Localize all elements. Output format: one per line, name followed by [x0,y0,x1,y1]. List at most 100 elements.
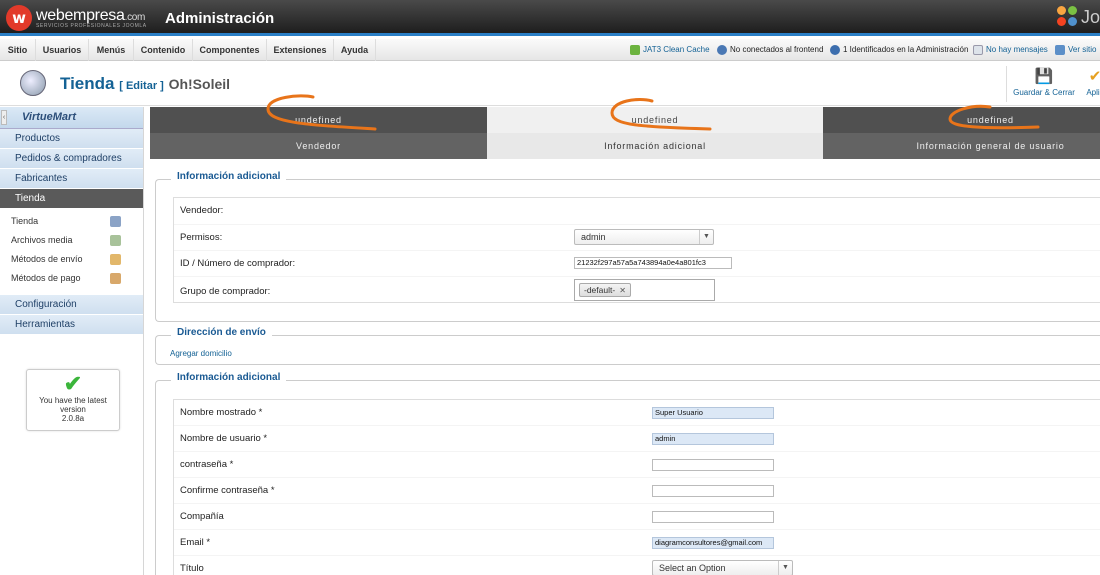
section3-title: Información adicional [171,372,287,383]
email-field[interactable]: diagramconsultores@gmail.com [652,537,774,549]
form-row-username: Nombre de usuario * admin [174,426,1100,452]
section2-title: Dirección de envío [171,327,272,338]
tab-informacion-adicional[interactable]: Información adicional [487,133,823,159]
form-row-title: Título Select an Option ▼ [174,556,1100,575]
user-form-table: Nombre mostrado * Super Usuario Nombre d… [173,399,1100,575]
customer-id-row: ID / Número de comprador: 21232f297a57a5… [174,251,1100,277]
form-row-confirm-password: Confirme contraseña * [174,478,1100,504]
status-messages-label: No hay mensajes [986,45,1048,54]
tab-undefined-2[interactable]: undefined [487,107,823,133]
permissions-select[interactable]: admin ▼ [574,229,714,245]
menu-extensiones[interactable]: Extensiones [267,39,334,61]
username-field[interactable]: admin [652,433,774,445]
sidebar: ‹ VirtueMart Productos Pedidos & comprad… [0,107,144,575]
sidebar-sub-payment[interactable]: Métodos de pago [0,269,143,288]
brand-suffix: .com [124,12,146,23]
customer-id-field[interactable]: 21232f297a57a5a743894a0e4a801fc3 [574,257,732,269]
customer-group-multiselect[interactable]: -default- ✕ [574,279,715,301]
status-messages[interactable]: No hay mensajes [973,39,1048,61]
permissions-row: Permisos: admin ▼ [174,225,1100,251]
menu-bar: Sitio Usuarios Menús Contenido Component… [0,39,1100,61]
tab-undefined-1[interactable]: undefined [150,107,487,133]
version-number: 2.0.8a [61,414,85,423]
sidebar-sub-shipment-label: Métodos de envío [11,254,83,264]
main-content: undefined undefined undefined Vendedor I… [150,94,1100,575]
sidebar-sub-tienda[interactable]: Tienda [0,212,143,231]
sidebar-collapse-handle[interactable]: ‹ [1,110,7,125]
form-row-password: contraseña * [174,452,1100,478]
status-view-site[interactable]: Ver sitio [1055,39,1096,61]
sidebar-item-herramientas[interactable]: Herramientas [0,315,143,335]
vendor-form-table: Vendedor: Permisos: admin ▼ ID / Número … [173,197,1100,303]
save-close-button[interactable]: 💾 Guardar & Cerrar [1012,68,1076,97]
sidebar-sub-media[interactable]: Archivos media [0,231,143,250]
menu-usuarios[interactable]: Usuarios [36,39,89,61]
user-icon [830,45,840,55]
menu-contenido[interactable]: Contenido [134,39,193,61]
status-jat3-cache[interactable]: JAT3 Clean Cache [630,39,710,61]
tab-undefined-3[interactable]: undefined [823,107,1100,133]
page-title-text: Tienda [60,74,115,93]
sidebar-item-fabricantes[interactable]: Fabricantes [0,169,143,189]
menu-ayuda[interactable]: Ayuda [334,39,376,61]
password-label: contraseña * [180,459,234,470]
vendor-row: Vendedor: [174,198,1100,225]
group-chip-label: -default- [584,285,616,295]
check-icon: ✔ [63,371,83,396]
status-admin-users-label: 1 Identificados en la Administración [843,45,969,54]
menu-menus[interactable]: Menús [89,39,134,61]
permissions-value: admin [581,232,606,242]
title-select-value: Select an Option [659,563,726,573]
brand-name: webempresa [36,7,125,24]
sidebar-item-pedidos[interactable]: Pedidos & compradores [0,149,143,169]
apply-button[interactable]: ✔ Aplic [1080,68,1100,97]
display-name-field[interactable]: Super Usuario [652,407,774,419]
virtuemart-logo: ‹ VirtueMart [0,107,143,129]
menu-sitio[interactable]: Sitio [0,39,36,61]
status-view-site-label: Ver sitio [1068,45,1097,54]
webempresa-logo[interactable]: w webempresa.com SERVICIOS PROFESIONALES… [6,5,147,31]
confirm-password-field[interactable] [652,485,774,497]
company-field[interactable] [652,511,774,523]
joomla-icon [1056,6,1079,28]
sidebar-item-configuracion[interactable]: Configuración [0,295,143,315]
sidebar-sub-media-label: Archivos media [11,235,73,245]
apply-check-icon: ✔ [1088,68,1100,85]
section-informacion-adicional-user: Información adicional Nombre mostrado * … [155,372,1100,575]
payment-icon [110,273,121,284]
add-address-link[interactable]: Agregar domicilio [170,349,232,358]
status-jat3-cache-label: JAT3 Clean Cache [643,45,710,54]
title-select[interactable]: Select an Option ▼ [652,560,793,575]
save-icon: 💾 [1034,68,1054,85]
sidebar-sub-shipment[interactable]: Métodos de envío [0,250,143,269]
sidebar-item-tienda[interactable]: Tienda [0,189,143,209]
chevron-down-icon: ▼ [699,230,713,244]
customer-id-label: ID / Número de comprador: [180,258,296,269]
vendor-label: Vendedor: [180,205,224,216]
toolbar: Tienda [ Editar ] Oh!Soleil 💾 Guardar & … [0,62,1100,106]
tab-vendedor[interactable]: Vendedor [150,133,487,159]
menu-componentes[interactable]: Componentes [193,39,267,61]
tab-row-top: undefined undefined undefined [150,107,1100,133]
sidebar-item-productos[interactable]: Productos [0,129,143,149]
brand-tagline: SERVICIOS PROFESIONALES JOOMLA [36,23,147,29]
chevron-down-icon: ▼ [778,561,792,575]
password-field[interactable] [652,459,774,471]
sidebar-sub-tienda-label: Tienda [11,216,39,226]
store-name: Oh!Soleil [168,76,231,92]
tab-row-bottom: Vendedor Información adicional Informaci… [150,133,1100,159]
confirm-password-label: Confirme contraseña * [180,485,275,496]
edit-label: [ Editar ] [119,80,164,92]
joomla-logo: Jo [1056,6,1100,28]
top-header: w webempresa.com SERVICIOS PROFESIONALES… [0,0,1100,36]
save-close-label: Guardar & Cerrar [1013,88,1075,97]
truck-icon [110,254,121,265]
status-frontend-users-label: No conectados al frontend [730,45,824,54]
remove-chip-icon[interactable]: ✕ [619,286,626,295]
form-row-email: Email * diagramconsultores@gmail.com [174,530,1100,556]
webempresa-logo-icon: w [6,5,32,31]
email-label: Email * [180,537,211,548]
tab-informacion-general[interactable]: Información general de usuario [823,133,1100,159]
company-label: Compañía [180,511,224,522]
customer-group-row: Grupo de comprador: -default- ✕ [174,277,1100,303]
